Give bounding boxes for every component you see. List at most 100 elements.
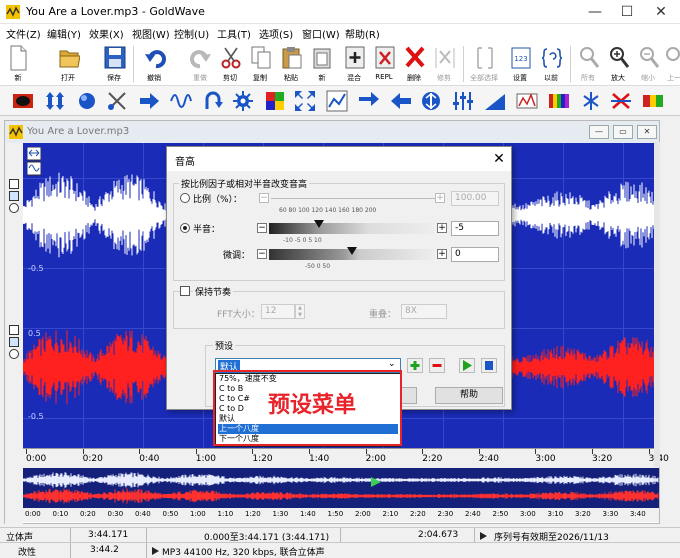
menu-control[interactable]: 控制(U) — [172, 26, 211, 41]
ratio-field[interactable]: 100.00 — [451, 191, 499, 206]
maximize-button[interactable]: ☐ — [612, 2, 642, 22]
keep-tempo-checkbox[interactable] — [180, 286, 190, 296]
pan-button[interactable] — [358, 90, 380, 112]
trim-icon — [435, 48, 455, 68]
doppler-effect-button[interactable] — [12, 90, 34, 112]
previous-zoom-icon — [666, 47, 680, 61]
ratio-slider[interactable] — [271, 193, 435, 204]
overview-timeline-label: 3:10 — [547, 510, 564, 518]
menu-tools[interactable]: 工具(T) — [215, 26, 253, 41]
fine-plus-button[interactable]: + — [437, 249, 447, 259]
document-title: You Are a Lover.mp3 — [27, 126, 130, 137]
spectrum-icon — [516, 92, 538, 109]
pitch-bend-button[interactable] — [548, 90, 570, 112]
channel-top-radio[interactable] — [9, 203, 19, 213]
pan-arrows-icon — [359, 92, 379, 106]
status-duration: 3:44.171 — [88, 530, 129, 540]
menu-window[interactable]: 窗口(W) — [300, 26, 342, 41]
menu-edit[interactable]: 编辑(Y) — [45, 26, 83, 41]
equalizer-button[interactable] — [326, 90, 348, 112]
semitone-radio[interactable] — [180, 223, 190, 233]
overlap-select[interactable]: 8X — [401, 304, 447, 319]
ratio-plus-button[interactable]: + — [435, 193, 445, 203]
menu-view[interactable]: 视图(W) — [130, 26, 172, 41]
echo-button[interactable] — [76, 90, 98, 112]
more-button[interactable]: 上一 — [660, 42, 680, 86]
overview-timeline-label: 1:00 — [190, 510, 206, 518]
add-preset-button[interactable] — [407, 358, 423, 373]
channel-controls — [5, 143, 23, 525]
minimize-button[interactable]: — — [580, 2, 610, 22]
menu-options[interactable]: 选项(S) — [257, 26, 295, 41]
loop-arrow-icon — [205, 91, 223, 109]
close-window-button[interactable]: ✕ — [646, 2, 676, 22]
ratio-minus-button[interactable]: − — [259, 193, 269, 203]
status-position: 2:04.673 — [418, 530, 459, 540]
wave-button[interactable] — [170, 90, 192, 112]
save-button[interactable]: 保存 — [100, 42, 128, 86]
timeline-ruler[interactable]: 0:00 0:20 0:40 1:00 1:20 1:40 2:00 2:20 2:40 3:00… — [23, 448, 669, 468]
menu-effects[interactable]: 效果(X) — [87, 26, 126, 41]
loop-button[interactable] — [202, 90, 224, 112]
channel-top-toggle[interactable] — [9, 179, 19, 189]
open-button[interactable]: 打开 — [54, 42, 82, 86]
preview-stop-button[interactable] — [481, 358, 497, 373]
zoom-arrows-icon[interactable] — [27, 147, 41, 177]
ratio-ticks: 60 80 100 120 140 160 180 200 — [279, 207, 377, 214]
mechanize-button[interactable] — [264, 90, 286, 112]
vertical-scrollbar[interactable] — [654, 142, 660, 467]
expand-button[interactable] — [294, 90, 316, 112]
invert-button[interactable] — [420, 90, 442, 112]
fine-minus-button[interactable]: − — [257, 249, 267, 259]
volume-updown-button[interactable] — [44, 90, 66, 112]
mute-button[interactable] — [106, 90, 128, 112]
reverse-button[interactable] — [390, 90, 412, 112]
timeline-label: 0:20 — [82, 454, 103, 464]
spectrum-button[interactable] — [516, 90, 538, 112]
stop-icon — [485, 361, 493, 370]
previous-button[interactable]: 以前 — [537, 42, 565, 86]
forward-button[interactable] — [138, 90, 160, 112]
doc-close-button[interactable]: ✕ — [637, 125, 657, 139]
timeline-label: 1:40 — [309, 454, 330, 464]
channel-bottom-checkbox[interactable] — [9, 337, 19, 347]
fft-size-field[interactable]: 12 — [261, 304, 295, 319]
menu-help[interactable]: 帮助(R) — [343, 26, 382, 41]
preview-play-button[interactable] — [459, 358, 475, 373]
undo-button[interactable]: 撤销 — [140, 42, 168, 86]
play-position-marker — [371, 477, 381, 487]
graph-icon — [326, 90, 348, 112]
select-all-button[interactable]: 全部选择 — [470, 42, 498, 86]
doc-maximize-button[interactable]: ▭ — [613, 125, 633, 139]
visual-button[interactable] — [642, 90, 664, 112]
noise-button[interactable] — [610, 90, 632, 112]
channel-top-checkbox[interactable] — [9, 191, 19, 201]
effects-toolbar — [0, 86, 680, 116]
overview-waveform[interactable] — [23, 468, 659, 508]
trim-button[interactable]: 修剪 — [430, 42, 458, 86]
fade-button[interactable] — [484, 90, 506, 112]
no-entry-icon — [13, 94, 33, 108]
dialog-close-button[interactable]: ✕ — [489, 149, 509, 169]
semitone-plus-button[interactable]: + — [437, 223, 447, 233]
doc-minimize-button[interactable]: — — [589, 125, 609, 139]
y-axis-label-top: -0.5 — [28, 264, 44, 273]
semitone-minus-button[interactable]: − — [257, 223, 267, 233]
remove-preset-button[interactable] — [429, 358, 445, 373]
channel-bottom-radio[interactable] — [9, 349, 19, 359]
compress-button[interactable] — [580, 90, 602, 112]
menu-file[interactable]: 文件(Z) — [4, 26, 43, 41]
redo-icon — [190, 50, 211, 69]
help-button[interactable]: 帮助 — [435, 387, 503, 404]
mixer-button[interactable] — [452, 90, 474, 112]
channel-bottom-toggle[interactable] — [9, 325, 19, 335]
fine-tune-field[interactable]: 0 — [451, 247, 499, 262]
flanger-button[interactable] — [232, 90, 254, 112]
semitone-slider[interactable] — [269, 223, 435, 234]
semitone-field[interactable]: -5 — [451, 221, 499, 236]
timeline-label: 0:00 — [26, 454, 47, 464]
ratio-radio[interactable] — [180, 193, 190, 203]
set-123-icon: 123 — [511, 47, 531, 69]
fft-spinner[interactable]: ▲ ▼ — [295, 304, 305, 319]
new-button[interactable]: 新 — [4, 42, 32, 86]
